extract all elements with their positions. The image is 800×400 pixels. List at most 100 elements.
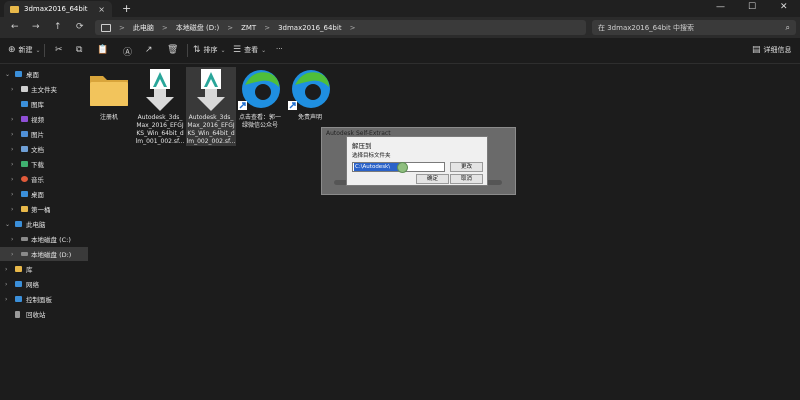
sidebar-item-music[interactable]: › 音乐 [0, 172, 88, 186]
sidebar-item-desktop-2[interactable]: › 桌面 [0, 187, 88, 201]
sidebar-item-libraries[interactable]: › 库 [0, 262, 88, 276]
sidebar-item-documents[interactable]: › 文档 [0, 142, 88, 156]
chevron-down-icon: ⌄ [261, 46, 267, 54]
file-name: Autodesk_3ds_ Max_2016_EFGJ KS_Win_64bit… [135, 114, 185, 145]
edge-shortcut-icon [238, 70, 280, 110]
chevron-right-icon: › [11, 115, 14, 123]
desktop-icon [15, 71, 22, 77]
cut-button[interactable]: ✂ [55, 45, 66, 55]
sidebar-item-folder[interactable]: › 第一桶 [0, 202, 88, 216]
sidebar-item-network[interactable]: › 网络 [0, 277, 88, 291]
sidebar-item-this-pc[interactable]: ⌄ 此电脑 [0, 217, 88, 231]
up-button[interactable]: ↑ [54, 22, 62, 32]
download-icon [21, 161, 28, 167]
breadcrumb-drive-d[interactable]: 本地磁盘 (D:) [176, 23, 219, 33]
new-tab-button[interactable]: + [122, 2, 131, 15]
sort-button[interactable]: ⇅ 排序 ⌄ [193, 45, 226, 55]
chevron-down-icon: ⌄ [5, 70, 11, 78]
document-icon [21, 146, 28, 152]
sidebar-item-drive-d[interactable]: › 本地磁盘 (D:) [0, 247, 88, 261]
plus-circle-icon: ⊕ [8, 45, 16, 55]
chevron-right-icon: › [5, 295, 8, 303]
sidebar-item-downloads[interactable]: › 下载 [0, 157, 88, 171]
computer-icon [101, 23, 111, 32]
search-icon: ⌕ [785, 22, 790, 32]
breadcrumb-separator: > [264, 23, 271, 32]
desktop-icon [21, 191, 28, 197]
chevron-right-icon: › [5, 280, 8, 288]
tab-title: 3dmax2016_64bit [24, 5, 88, 13]
sidebar-item-home[interactable]: › 主文件夹 [0, 82, 88, 96]
sidebar-item-gallery[interactable]: 图库 [0, 97, 88, 111]
chevron-right-icon: › [11, 85, 14, 93]
picture-icon [21, 131, 28, 137]
back-button[interactable]: ← [11, 22, 19, 32]
chevron-right-icon: › [5, 265, 8, 273]
control-panel-icon [15, 296, 22, 302]
extract-dialog: 解压到 选择目标文件夹 C:\Autodesk\ 更改 确定 取消 [346, 136, 488, 186]
share-icon: ↗ [145, 45, 153, 55]
sidebar-item-videos[interactable]: › 视频 [0, 112, 88, 126]
breadcrumb-this-pc[interactable]: 此电脑 [133, 23, 154, 33]
forward-button[interactable]: → [32, 22, 40, 32]
chevron-right-icon: › [11, 145, 14, 153]
sidebar-item-drive-c[interactable]: › 本地磁盘 (C:) [0, 232, 88, 246]
cancel-button[interactable]: 取消 [450, 174, 483, 184]
autodesk-installer-icon [146, 69, 174, 111]
file-item-autodesk-001[interactable]: Autodesk_3ds_ Max_2016_EFGJ KS_Win_64bit… [135, 67, 185, 147]
computer-icon [15, 221, 22, 227]
path-input[interactable]: C:\Autodesk\ [352, 162, 445, 173]
address-bar[interactable]: > 此电脑 > 本地磁盘 (D:) > ZMT > 3dmax2016_64bi… [95, 20, 586, 35]
details-pane-button[interactable]: ▤ 详细信息 [752, 45, 792, 55]
folder-icon [21, 206, 28, 212]
copy-button[interactable]: ⧉ [76, 45, 85, 55]
file-item-autodesk-002[interactable]: Autodesk_3ds_ Max_2016_EFGJ KS_Win_64bit… [186, 67, 236, 146]
search-input[interactable]: 在 3dmax2016_64bit 中搜索 [598, 23, 694, 33]
close-button[interactable]: ✕ [780, 2, 788, 12]
breadcrumb-3dmax2016[interactable]: 3dmax2016_64bit [278, 24, 342, 32]
rename-button[interactable]: Ⓐ [123, 45, 135, 58]
details-label: 详细信息 [763, 46, 792, 54]
home-icon [21, 86, 28, 92]
sidebar-item-label: 音乐 [31, 176, 44, 184]
chevron-right-icon: › [11, 160, 14, 168]
file-item-wechat-link[interactable]: 点击查看：郭一 绿微信公众号 [235, 67, 285, 133]
sidebar-item-recycle-bin[interactable]: 回收站 [0, 307, 88, 321]
video-icon [21, 116, 28, 122]
delete-button[interactable]: 🗑 [167, 45, 181, 55]
minimize-button[interactable]: — [716, 2, 725, 12]
maximize-button[interactable]: ☐ [748, 2, 756, 12]
sidebar-item-label: 此电脑 [26, 221, 46, 229]
tab-3dmax2016[interactable]: 3dmax2016_64bit × [4, 1, 112, 17]
view-button[interactable]: ☰ 查看 ⌄ [233, 45, 266, 55]
autodesk-installer-icon [197, 69, 225, 111]
new-button[interactable]: ⊕ 新建 ⌄ [8, 45, 41, 55]
change-button[interactable]: 更改 [450, 162, 483, 172]
copy-icon: ⧉ [76, 45, 83, 55]
more-options-button[interactable]: ··· [276, 45, 283, 53]
refresh-button[interactable]: ⟳ [76, 22, 84, 32]
file-view: 注册机 Autodesk_3ds_ Max_2016_EFGJ KS_Win_6… [88, 64, 800, 400]
sidebar-item-pictures[interactable]: › 图片 [0, 127, 88, 141]
sidebar-item-desktop[interactable]: ⌄ 桌面 [0, 67, 88, 81]
sidebar-item-label: 下载 [31, 161, 44, 169]
gallery-icon [21, 101, 28, 107]
sidebar-item-label: 视频 [31, 116, 44, 124]
sidebar-item-label: 回收站 [26, 311, 46, 319]
tab-close-button[interactable]: × [98, 5, 105, 14]
sidebar-item-control-panel[interactable]: › 控制面板 [0, 292, 88, 306]
trash-icon: 🗑 [167, 45, 179, 55]
chevron-right-icon: › [11, 250, 14, 258]
file-item-disclaimer[interactable]: 免责声明 [285, 67, 335, 127]
file-item-folder[interactable]: 注册机 [84, 67, 134, 131]
sidebar-item-label: 桌面 [31, 191, 44, 199]
divider [187, 44, 188, 57]
sort-label: 排序 [203, 46, 218, 54]
paste-button[interactable]: 📋 [97, 45, 111, 55]
details-pane-icon: ▤ [752, 45, 761, 55]
breadcrumb-zmt[interactable]: ZMT [241, 24, 256, 32]
search-box[interactable]: 在 3dmax2016_64bit 中搜索 ⌕ [592, 20, 796, 35]
share-button[interactable]: ↗ [145, 45, 156, 55]
navigation-pane: ⌄ 桌面 › 主文件夹 图库 › 视频 › 图片 › 文档 › 下载 › 音乐 … [0, 64, 88, 400]
ok-button[interactable]: 确定 [416, 174, 449, 184]
